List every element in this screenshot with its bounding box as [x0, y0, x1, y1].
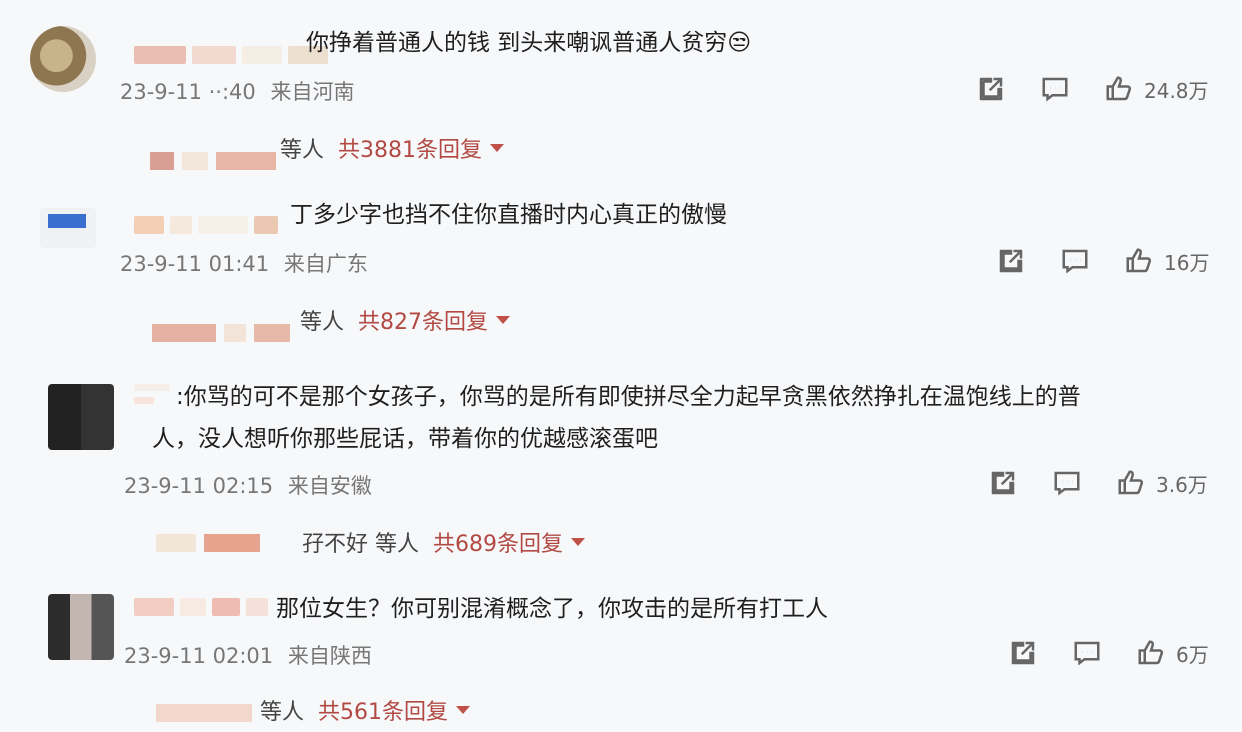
chevron-down-icon[interactable]: [456, 706, 471, 714]
like-button[interactable]: 6万: [1136, 638, 1209, 668]
comment-text-line2: 人，没人想听你那些屁话，带着你的优越感滚蛋吧: [152, 426, 658, 452]
thumbs-up-icon: [1138, 640, 1164, 665]
comment-icon: [1042, 77, 1068, 102]
comment-time: 23-9-11 ··:40: [120, 80, 256, 104]
comment-actions: 6万: [1008, 638, 1209, 668]
username-blurred: [134, 46, 328, 66]
comment-location: 来自陕西: [287, 644, 372, 668]
comment-meta: 23-9-11 02:15 来自安徽: [124, 470, 372, 500]
view-replies-link[interactable]: 共827条回复: [358, 304, 488, 336]
like-count: 24.8万: [1144, 78, 1209, 103]
share-button[interactable]: [976, 74, 1006, 104]
username-blurred: [134, 216, 278, 236]
comment-actions: 24.8万: [976, 74, 1209, 104]
like-count: 3.6万: [1156, 472, 1208, 497]
comment-time: 23-9-11 01:41: [120, 252, 270, 276]
comment-icon: [1062, 249, 1088, 274]
chevron-down-icon[interactable]: [496, 316, 511, 324]
comment-text: :你骂的可不是那个女孩子，你骂的是所有即使拼尽全力起早贪黑依然挣扎在温饱线上的普: [176, 384, 1081, 410]
comment-text: 那位女生？你可别混淆概念了，你攻击的是所有打工人: [276, 596, 828, 622]
share-icon: [979, 77, 1003, 101]
reply-summary: 等人 共3881条回复: [280, 132, 505, 164]
share-icon: [1011, 641, 1035, 665]
thumbs-up-icon: [1118, 470, 1144, 495]
like-button[interactable]: 24.8万: [1104, 74, 1209, 104]
replier-avatars-blurred: [156, 534, 260, 552]
comment-text: 丁多少字也挡不住你直播时内心真正的傲慢: [290, 202, 727, 228]
comment-meta: 23-9-11 ··:40 来自河南: [120, 76, 354, 106]
comment-location: 来自安徽: [287, 474, 372, 498]
thumbs-up-icon: [1106, 76, 1132, 101]
reply-button[interactable]: [1040, 74, 1070, 104]
replier-avatars-blurred: [156, 704, 252, 722]
comment-time: 23-9-11 02:15: [124, 474, 274, 498]
like-button[interactable]: 16万: [1124, 246, 1209, 276]
like-count: 6万: [1176, 642, 1209, 667]
reply-summary: 等人 共827条回复: [300, 304, 511, 336]
share-button[interactable]: [1008, 638, 1038, 668]
chevron-down-icon[interactable]: [490, 144, 505, 152]
replier-names: 等人: [260, 700, 305, 725]
comment-icon: [1054, 471, 1080, 496]
share-button[interactable]: [988, 468, 1018, 498]
reply-button[interactable]: [1072, 638, 1102, 668]
comment-time: 23-9-11 02:01: [124, 644, 274, 668]
username-blurred: [134, 598, 268, 618]
like-button[interactable]: 3.6万: [1116, 468, 1208, 498]
comment-meta: 23-9-11 02:01 来自陕西: [124, 640, 372, 670]
avatar[interactable]: [48, 594, 114, 660]
replier-avatars-blurred: [150, 152, 276, 170]
replier-names: 等人: [280, 138, 325, 163]
avatar[interactable]: [30, 26, 96, 92]
share-button[interactable]: [996, 246, 1026, 276]
reply-button[interactable]: [1052, 468, 1082, 498]
comment-actions: 3.6万: [988, 468, 1208, 498]
comment-actions: 16万: [996, 246, 1209, 276]
like-count: 16万: [1164, 250, 1210, 275]
chevron-down-icon[interactable]: [571, 538, 585, 546]
comment-location: 来自河南: [270, 80, 355, 104]
comment-meta: 23-9-11 01:41 来自广东: [120, 248, 368, 278]
comment-text: 你挣着普通人的钱 到头来嘲讽普通人贫穷😒: [306, 30, 752, 56]
thumbs-up-icon: [1126, 248, 1152, 273]
comment-location: 来自广东: [283, 252, 368, 276]
avatar[interactable]: [40, 208, 96, 248]
replier-names: 孖不好 等人: [302, 532, 419, 557]
replier-names: 等人: [300, 310, 345, 335]
view-replies-link[interactable]: 共689条回复: [433, 526, 563, 558]
share-icon: [991, 471, 1015, 495]
replier-avatars-blurred: [152, 324, 290, 342]
reply-summary: 等人 共561条回复: [260, 694, 471, 726]
view-replies-link[interactable]: 共561条回复: [318, 694, 448, 726]
reply-summary: 孖不好 等人 共689条回复: [302, 526, 585, 558]
comment-icon: [1074, 641, 1100, 666]
username-blurred: [134, 384, 170, 404]
share-icon: [999, 249, 1023, 273]
view-replies-link[interactable]: 共3881条回复: [338, 132, 482, 164]
avatar[interactable]: [48, 384, 114, 450]
reply-button[interactable]: [1060, 246, 1090, 276]
